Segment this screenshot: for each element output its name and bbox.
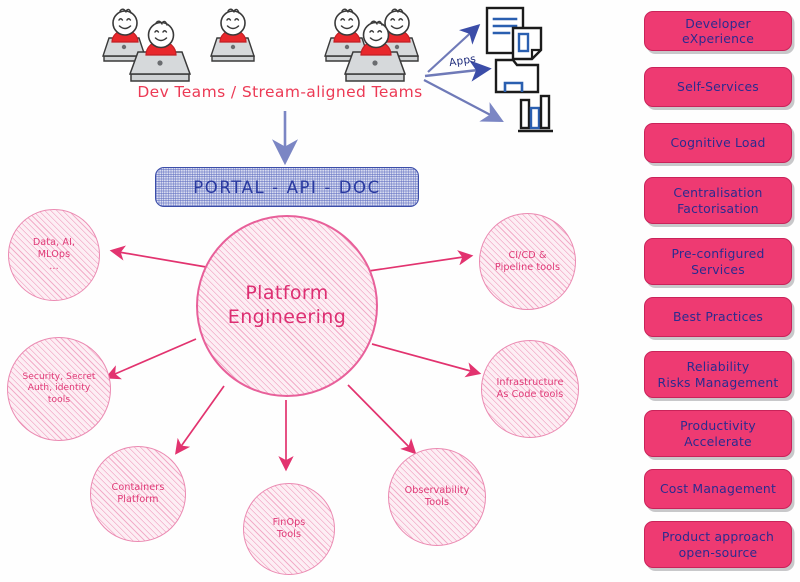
platform-engineering-hub[interactable]: Platform Engineering xyxy=(196,215,378,397)
benefit-label: Factorisation xyxy=(677,200,759,216)
benefit-centralisation-factorisation[interactable]: Centralisation Factorisation xyxy=(644,177,792,224)
satellite-label-line: Auth, identity xyxy=(27,383,91,394)
satellite-label-line: Containers xyxy=(111,482,165,494)
benefit-reliability-risks-management[interactable]: Reliability Risks Management xyxy=(644,351,792,398)
satellite-data-ai-mlops[interactable]: Data, AI, MLOps ... xyxy=(8,209,100,301)
benefit-developer-experience[interactable]: Developer eXperience xyxy=(644,11,792,51)
satellite-label-line: Observability xyxy=(404,485,470,497)
satellite-label-line: Security, Secret xyxy=(22,372,96,383)
benefit-cost-management[interactable]: Cost Management xyxy=(644,469,792,509)
satellite-label-line: Pipeline tools xyxy=(494,261,561,273)
benefits-list: Developer eXperience Self-Services Cogni… xyxy=(636,0,800,582)
diagram-canvas: Dev Teams / Stream-aligned Teams Apps PO… xyxy=(0,0,800,582)
benefit-label: Cognitive Load xyxy=(670,135,766,151)
satellite-label-line: Data, AI, xyxy=(32,237,76,249)
benefit-cognitive-load[interactable]: Cognitive Load xyxy=(644,123,792,163)
hub-line-2: Engineering xyxy=(227,306,347,328)
teams-label: Dev Teams / Stream-aligned Teams xyxy=(137,83,423,101)
benefit-label: Self-Services xyxy=(677,79,759,95)
benefit-productivity-accelerate[interactable]: Productivity Accelerate xyxy=(644,410,792,457)
satellite-security[interactable]: Security, Secret Auth, identity tools xyxy=(7,337,111,441)
benefit-label: Accelerate xyxy=(684,433,752,449)
satellite-cicd[interactable]: CI/CD & Pipeline tools xyxy=(479,213,576,310)
benefit-label: Best Practices xyxy=(672,309,764,325)
satellite-finops[interactable]: FinOps Tools xyxy=(243,483,335,575)
benefit-product-approach-open-source[interactable]: Product approach open-source xyxy=(644,521,792,568)
benefit-label: Pre-configured xyxy=(671,246,765,262)
hub-line-1: Platform xyxy=(245,282,329,305)
benefit-label: open-source xyxy=(678,544,758,560)
satellite-label-line: tools xyxy=(47,394,71,405)
benefit-pre-configured-services[interactable]: Pre-configured Services xyxy=(644,238,792,285)
benefit-label: Cost Management xyxy=(659,481,777,497)
person xyxy=(232,56,272,61)
person xyxy=(210,8,255,62)
benefit-label: Productivity xyxy=(680,418,756,434)
satellite-label-line: Tools xyxy=(424,497,450,508)
satellite-observability[interactable]: Observability Tools xyxy=(388,448,486,546)
benefit-label: Risks Management xyxy=(657,374,779,390)
satellite-iac[interactable]: Infrastructure As Code tools xyxy=(481,340,579,438)
benefit-self-services[interactable]: Self-Services xyxy=(644,67,792,107)
benefit-label: Reliability xyxy=(686,359,750,375)
benefit-best-practices[interactable]: Best Practices xyxy=(644,297,792,337)
benefit-label: Developer eXperience xyxy=(681,15,755,46)
team-group-2 xyxy=(232,8,419,82)
benefit-label: Services xyxy=(691,261,745,277)
satellite-label-line: Platform xyxy=(117,494,159,505)
satellite-label-line: Tools xyxy=(276,529,302,540)
satellite-label-line: FinOps xyxy=(272,517,306,529)
satellite-label-line: ... xyxy=(49,260,59,272)
satellite-label-line: As Code tools xyxy=(496,389,564,400)
benefit-label: Product approach xyxy=(661,529,775,545)
team-group-1 xyxy=(102,8,255,82)
bar-chart-icon xyxy=(518,94,553,133)
portal-api-doc-box[interactable]: PORTAL - API - DOC xyxy=(155,167,419,207)
satellite-label-line: MLOps xyxy=(37,249,71,260)
satellite-containers[interactable]: Containers Platform xyxy=(90,446,186,542)
satellite-label-line: Infrastructure xyxy=(496,377,564,389)
document-icon xyxy=(485,6,543,61)
benefit-label: Centralisation xyxy=(673,185,763,201)
portal-label: PORTAL - API - DOC xyxy=(193,177,381,197)
satellite-label-line: CI/CD & xyxy=(508,249,547,261)
